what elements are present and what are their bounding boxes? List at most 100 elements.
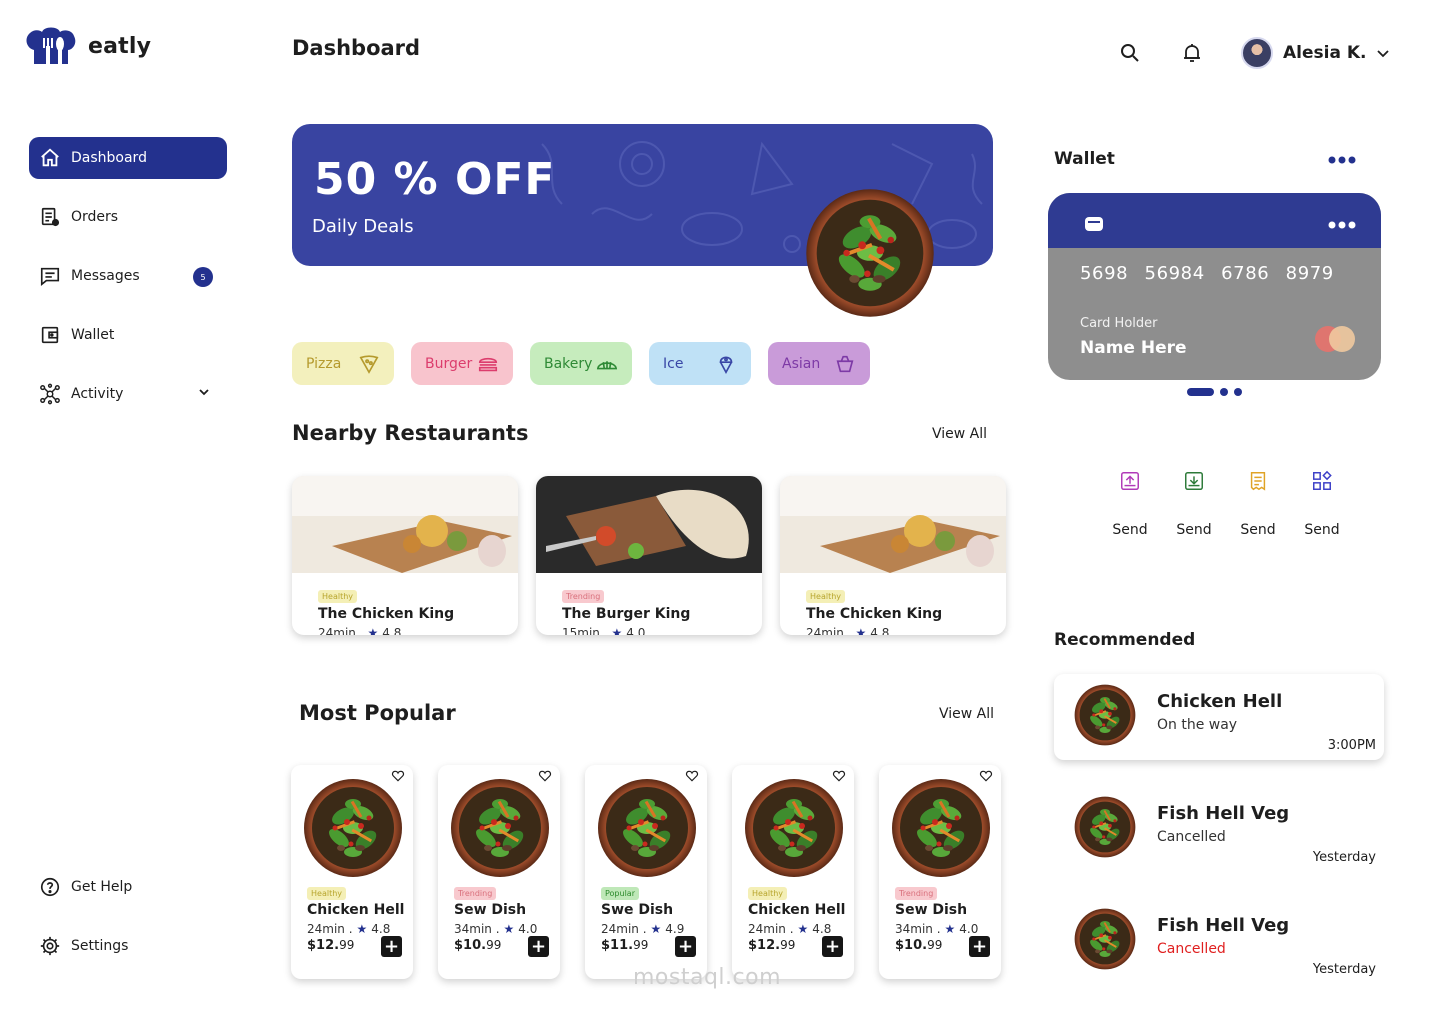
nearby-restaurants-title: Nearby Restaurants [292,421,529,445]
recommended-item[interactable]: Fish Hell Veg Cancelled Yesterday [1054,786,1384,872]
dish-card[interactable]: Trending Sew Dish 34min . ★ 4.0 $10.99 + [879,765,1001,979]
grid-icon [1313,470,1332,490]
chevron-down-icon [1377,50,1390,58]
popular-view-all-link[interactable]: View All [939,706,994,722]
dish-image [744,778,844,878]
banner-subtitle: Daily Deals [312,216,414,237]
add-to-cart-button[interactable]: + [675,936,696,957]
restaurant-photo [536,476,762,573]
healthy-tag: Healthy [806,590,846,603]
restaurant-card[interactable]: Healthy The Chicken King 24min . ★ 4.8 [780,476,1006,635]
category-chips: Pizza Burger Bakery Ice Asian [292,342,870,385]
dish-price: $12.99 [748,938,795,953]
dish-card[interactable]: Healthy Chicken Hell 24min . ★ 4.8 $12.99 … [732,765,854,979]
add-to-cart-button[interactable]: + [528,936,549,957]
sidebar-item-dashboard[interactable]: Dashboard [29,137,227,179]
delivery-time: 34min . [454,922,500,936]
dish-price: $12.99 [307,938,354,953]
recommended-item[interactable]: Chicken Hell On the way 3:00PM [1054,674,1384,760]
dish-card[interactable]: Trending Sew Dish 34min . ★ 4.0 $10.99 + [438,765,560,979]
price-dollars: $12. [307,938,340,953]
delivery-time: 15min . [562,626,608,635]
dish-card[interactable]: Healthy Chicken Hell 24min . ★ 4.8 $12.99 … [291,765,413,979]
wallet-action-send[interactable]: Send [1162,470,1226,538]
dish-card[interactable]: Popular Swe Dish 24min . ★ 4.9 $11.99 + [585,765,707,979]
category-burger[interactable]: Burger [411,342,513,385]
sidebar-item-label: Activity [71,386,124,402]
sidebar-item-activity[interactable]: Activity [29,373,227,415]
carousel-dot-active[interactable] [1187,388,1214,396]
rating: 4.8 [382,626,402,635]
watermark: mostaql.com [633,965,782,990]
brand-name: eatly [88,33,152,59]
sidebar-item-orders[interactable]: Orders [29,196,227,238]
chevron-down-icon[interactable] [197,385,211,399]
chef-hat-logo-icon [26,27,76,64]
wallet-action-send[interactable]: Send [1290,470,1354,538]
sidebar-item-settings[interactable]: Settings [29,925,227,967]
sidebar-item-label: Settings [71,938,129,954]
category-label: Bakery [544,355,593,372]
category-label: Asian [782,355,821,372]
user-menu[interactable]: Alesia K. [1241,37,1390,69]
payment-card[interactable]: 5698 56984 6786 8979 Card Holder Name He… [1048,193,1381,380]
category-asian[interactable]: Asian [768,342,870,385]
bell-icon[interactable] [1180,41,1204,65]
card-network-logo-icon [1315,326,1355,352]
dish-name: Swe Dish [601,902,674,918]
download-icon [1185,472,1203,490]
category-bakery[interactable]: Bakery [530,342,632,385]
more-options-icon[interactable] [1327,217,1357,233]
category-pizza[interactable]: Pizza [292,342,394,385]
restaurant-name: The Chicken King [318,606,455,622]
sidebar-item-label: Orders [71,209,119,225]
rating: 4.8 [812,922,832,936]
sidebar-item-messages[interactable]: Messages 5 [29,255,227,297]
carousel-dot[interactable] [1220,388,1228,396]
order-status: Cancelled [1157,829,1226,845]
burger-icon [478,357,498,371]
rating: 4.8 [371,922,391,936]
card-holder-label: Card Holder [1080,316,1158,331]
rating: 4.0 [626,626,646,635]
nearby-view-all-link[interactable]: View All [932,426,987,442]
add-to-cart-button[interactable]: + [969,936,990,957]
salad-plate-image [805,188,935,318]
category-label: Burger [425,355,473,372]
trending-tag: Trending [895,887,938,900]
more-options-icon[interactable] [1327,152,1357,168]
dish-name: Chicken Hell [748,902,846,918]
order-time: Yesterday [1312,850,1376,865]
restaurant-card[interactable]: Trending The Burger King 15min . ★ 4.0 [536,476,762,635]
sidebar-item-wallet[interactable]: Wallet [29,314,227,356]
rating: 4.0 [518,922,538,936]
category-ice[interactable]: Ice [649,342,751,385]
restaurant-card[interactable]: Healthy The Chicken King 24min . ★ 4.8 [292,476,518,635]
recommended-title: Recommended [1054,630,1196,650]
page-title: Dashboard [292,36,421,60]
wallet-action-send[interactable]: Send [1226,470,1290,538]
brand-logo[interactable]: eatly [24,24,151,68]
add-to-cart-button[interactable]: + [822,936,843,957]
recommended-item[interactable]: Fish Hell Veg Cancelled Yesterday [1054,898,1384,984]
healthy-tag: Healthy [748,887,788,900]
action-label: Send [1112,522,1148,538]
healthy-tag: Healthy [318,590,358,603]
search-icon[interactable] [1118,41,1142,65]
star-icon: ★ [944,922,956,936]
price-dollars: $11. [601,938,634,953]
price-dollars: $10. [454,938,487,953]
asian-bowl-icon [836,355,854,372]
wallet-action-send[interactable]: Send [1098,470,1162,538]
sidebar-item-get-help[interactable]: Get Help [29,866,227,908]
add-to-cart-button[interactable]: + [381,936,402,957]
wallet-title: Wallet [1054,149,1115,169]
price-cents: 99 [780,938,796,952]
star-icon: ★ [797,922,809,936]
rating: 4.0 [959,922,979,936]
carousel-dot[interactable] [1234,388,1242,396]
delivery-time: 24min . [748,922,794,936]
star-icon: ★ [503,922,515,936]
price-dollars: $12. [748,938,781,953]
category-label: Pizza [306,355,342,372]
